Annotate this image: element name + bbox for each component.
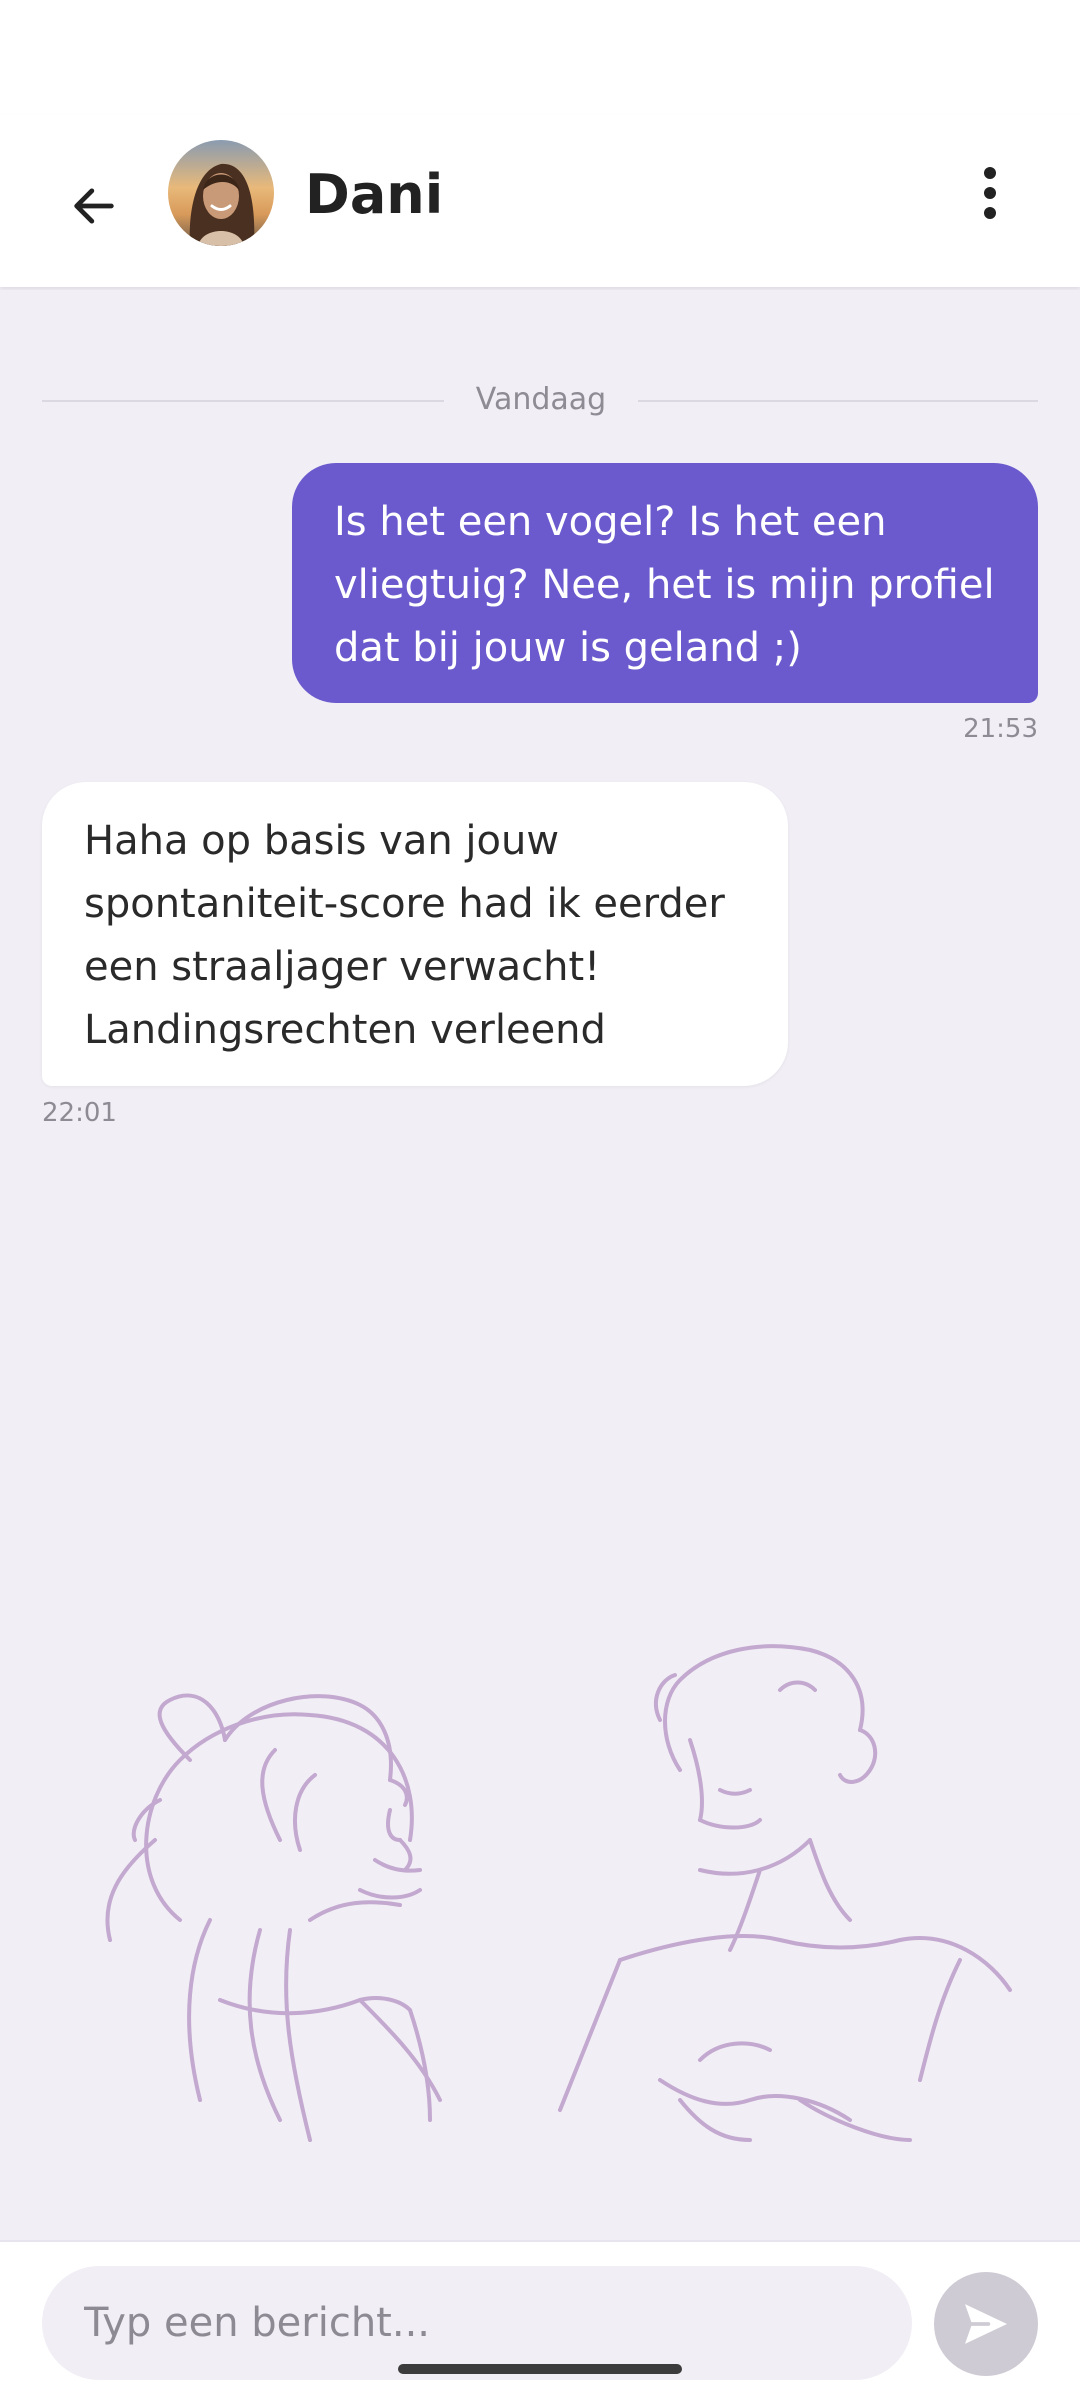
date-divider: Vandaag bbox=[42, 380, 1038, 420]
message-composer bbox=[0, 2240, 1080, 2400]
divider-line bbox=[638, 400, 1038, 402]
date-label: Vandaag bbox=[475, 382, 607, 417]
send-icon bbox=[965, 2304, 1007, 2344]
chat-header: Dani bbox=[0, 115, 1080, 287]
avatar-image bbox=[168, 140, 274, 246]
message-timestamp: 21:53 bbox=[963, 714, 1038, 744]
more-vertical-icon bbox=[984, 167, 996, 219]
more-options-button[interactable] bbox=[950, 153, 1030, 233]
avatar[interactable] bbox=[168, 140, 274, 246]
message-text: Haha op basis van jouw spontaniteit-scor… bbox=[84, 818, 725, 1053]
message-text: Is het een vogel? Is het een vliegtuig? … bbox=[334, 499, 995, 671]
status-bar bbox=[0, 0, 1080, 115]
message-list[interactable]: Vandaag Is het een vogel? Is het een vli… bbox=[0, 290, 1080, 2240]
send-button[interactable] bbox=[934, 2272, 1038, 2376]
message-input[interactable] bbox=[42, 2266, 912, 2380]
back-button[interactable] bbox=[50, 162, 138, 250]
contact-name[interactable]: Dani bbox=[305, 155, 443, 235]
outgoing-message-bubble[interactable]: Is het een vogel? Is het een vliegtuig? … bbox=[292, 463, 1038, 703]
arrow-left-icon bbox=[74, 188, 114, 224]
message-timestamp: 22:01 bbox=[42, 1098, 117, 1128]
divider-line bbox=[42, 400, 444, 402]
incoming-message-bubble[interactable]: Haha op basis van jouw spontaniteit-scor… bbox=[42, 782, 788, 1086]
home-indicator[interactable] bbox=[398, 2364, 682, 2374]
conversation-illustration bbox=[105, 1644, 1012, 2142]
